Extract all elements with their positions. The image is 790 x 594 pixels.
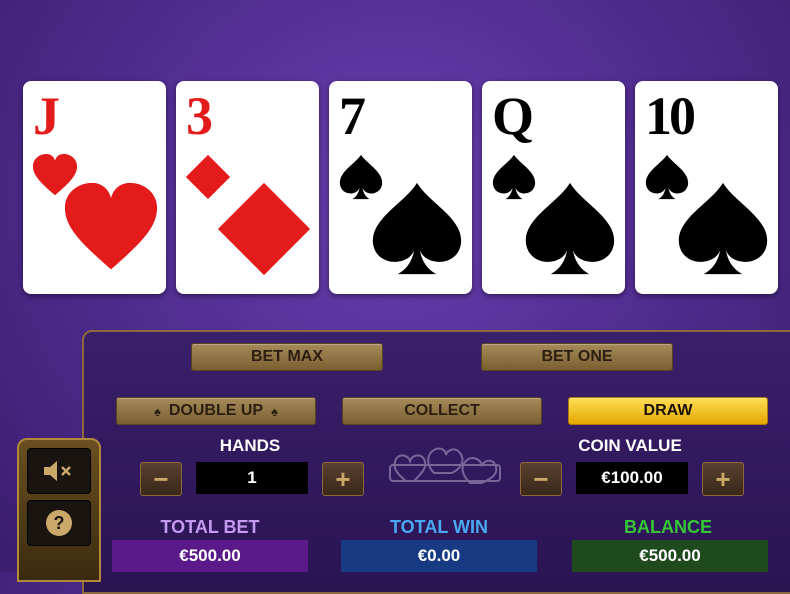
card-5[interactable]: 10 xyxy=(635,81,778,294)
spade-icon xyxy=(525,182,615,275)
spade-icon xyxy=(678,182,768,275)
card-rank: 3 xyxy=(186,86,213,146)
hands-label: HANDS xyxy=(219,436,281,455)
total-win-label: TOTAL WIN xyxy=(390,517,488,537)
side-toolbar: ? xyxy=(17,438,101,582)
balance-label: BALANCE xyxy=(624,517,712,537)
bet-one-button[interactable]: BET ONE xyxy=(481,343,673,371)
hands-increase-button[interactable]: + xyxy=(322,462,364,496)
diamond-icon xyxy=(217,182,311,276)
card-rank: 7 xyxy=(339,86,366,146)
mute-button[interactable] xyxy=(27,448,91,494)
coin-value: €100.00 xyxy=(576,462,688,494)
card-4[interactable]: Q xyxy=(482,81,625,294)
plus-icon: + xyxy=(335,463,351,494)
heart-icon xyxy=(64,182,158,270)
draw-button[interactable]: DRAW xyxy=(568,397,768,425)
minus-icon: − xyxy=(153,463,169,494)
hands-decrease-button[interactable]: − xyxy=(140,462,182,496)
total-bet-label: TOTAL BET xyxy=(160,517,260,537)
spade-icon: ♠ xyxy=(153,403,161,419)
coin-decrease-button[interactable]: − xyxy=(520,462,562,496)
card-rank: J xyxy=(33,86,60,146)
bet-max-button[interactable]: BET MAX xyxy=(191,343,383,371)
total-bet-value: €500.00 xyxy=(112,540,308,572)
bonus-poker-logo xyxy=(389,447,501,484)
card-1[interactable]: J xyxy=(23,81,166,294)
double-up-label: DOUBLE UP xyxy=(168,402,264,419)
card-2[interactable]: 3 xyxy=(176,81,319,294)
hands-value: 1 xyxy=(196,462,308,494)
spade-icon: ♠ xyxy=(271,403,279,419)
collect-button[interactable]: COLLECT xyxy=(342,397,542,425)
plus-icon: + xyxy=(715,463,731,494)
svg-text:?: ? xyxy=(54,513,65,533)
card-rank: 10 xyxy=(645,86,696,146)
help-icon: ? xyxy=(46,510,72,536)
double-up-button[interactable]: ♠ DOUBLE UP ♠ xyxy=(116,397,316,425)
spade-icon xyxy=(372,182,462,275)
coin-increase-button[interactable]: + xyxy=(702,462,744,496)
balance-value: €500.00 xyxy=(572,540,768,572)
card-row: J 3 7 Q 10 xyxy=(23,81,783,295)
total-win-value: €0.00 xyxy=(341,540,537,572)
card-3[interactable]: 7 xyxy=(329,81,472,294)
card-rank: Q xyxy=(492,86,534,146)
coin-value-label: COIN VALUE xyxy=(578,436,682,455)
mute-icon xyxy=(44,461,71,481)
help-button[interactable]: ? xyxy=(27,500,91,546)
minus-icon: − xyxy=(533,463,549,494)
